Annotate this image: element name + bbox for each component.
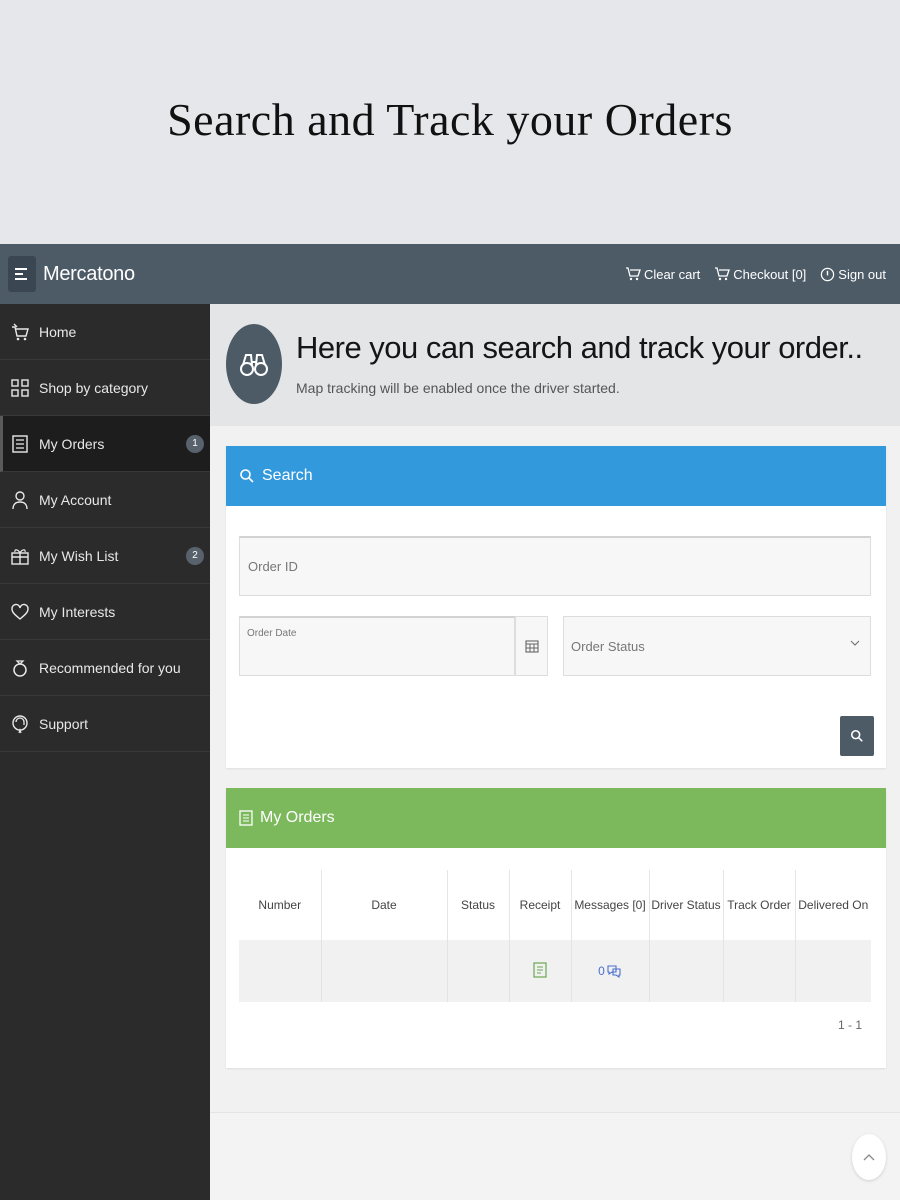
brand-name[interactable]: Mercatono [43,263,135,286]
heart-icon [10,602,30,622]
sidebar-item-label: My Account [39,491,112,508]
order-id-input[interactable]: Order ID [239,536,871,596]
sign-out-label: Sign out [838,266,886,282]
messages-count: 0 [598,964,605,978]
cell-track-order [722,940,795,1002]
menu-button[interactable] [8,256,36,292]
pagination-info: 1 - 1 [837,1018,862,1032]
orders-panel-title: My Orders [260,809,335,826]
power-icon [821,267,835,281]
binoculars-icon [226,324,282,404]
clear-cart-label: Clear cart [643,266,701,282]
order-id-placeholder: Order ID [248,559,298,574]
grid-icon [10,378,30,398]
main-content: Here you can search and track your order… [210,304,900,1200]
sidebar-item-home[interactable]: Home [0,304,210,360]
search-panel-title: Search [262,467,313,484]
cell-delivered-on [794,940,871,1002]
column-header-messages[interactable]: Messages [0] [570,870,649,940]
sidebar-item-label: My Wish List [39,547,119,564]
cell-number [239,940,321,1002]
cell-date [320,940,447,1002]
user-icon [10,490,30,510]
cart-icon [715,267,731,281]
chevron-down-icon [850,640,860,646]
scroll-to-top-button[interactable] [852,1134,886,1180]
promo-banner: Search and Track your Orders [0,0,900,244]
sidebar-item-label: Shop by category [39,379,148,396]
column-header-date[interactable]: Date [320,870,447,940]
search-icon [850,729,863,742]
footer-strip [210,1112,900,1200]
sidebar-item-my-interests[interactable]: My Interests [0,584,210,640]
orders-table: Number Date Status Receipt Messages [0] … [239,870,871,1002]
search-icon [239,468,255,484]
table-header-row: Number Date Status Receipt Messages [0] … [239,870,871,940]
date-picker-button[interactable] [515,616,548,676]
search-panel-header: Search [226,446,886,506]
search-button[interactable] [840,716,874,756]
column-header-number[interactable]: Number [239,870,321,940]
checkout-label: Checkout [0] [733,266,807,282]
sidebar-item-label: Recommended for you [39,659,181,676]
sidebar-item-label: My Orders [39,435,105,452]
cart-icon [625,267,641,281]
cell-receipt [508,940,571,1002]
sidebar-item-my-orders[interactable]: My Orders 1 [0,416,210,472]
orders-panel: My Orders Number Date Status Receipt Mes… [226,788,886,1068]
page-header: Here you can search and track your order… [210,304,900,426]
cell-status [446,940,509,1002]
page-subtitle: Map tracking will be enabled once the dr… [296,380,620,396]
top-bar: Mercatono Clear cart Checkout [0] Sign o… [0,244,900,304]
order-status-select[interactable]: Order Status [563,616,871,676]
chat-icon [607,964,621,978]
sidebar-item-my-wish-list[interactable]: My Wish List 2 [0,528,210,584]
document-icon [10,434,30,454]
support-icon [10,714,30,734]
page-title: Here you can search and track your order… [296,330,863,365]
search-panel: Search Order ID Order Date Order Status [226,446,886,768]
ring-icon [10,658,30,678]
sidebar-item-support[interactable]: Support [0,696,210,752]
gift-icon [10,546,30,566]
column-header-status[interactable]: Status [446,870,509,940]
column-header-driver-status[interactable]: Driver Status [648,870,723,940]
messages-button[interactable]: 0 [598,964,622,979]
receipt-icon[interactable] [533,961,547,978]
order-date-input[interactable]: Order Date [239,616,515,676]
order-status-placeholder: Order Status [571,638,645,654]
cell-messages: 0 [570,940,649,1002]
clear-cart-button[interactable]: Clear cart [625,267,700,282]
column-header-track-order[interactable]: Track Order [722,870,795,940]
table-row: 0 [239,940,871,1002]
basket-icon [10,322,30,342]
sidebar-item-my-account[interactable]: My Account [0,472,210,528]
sidebar-item-shop-by-category[interactable]: Shop by category [0,360,210,416]
orders-count-badge: 1 [186,434,204,453]
chevron-up-icon [863,1154,875,1161]
calendar-icon [524,640,539,653]
sidebar-item-label: Support [39,715,89,732]
checkout-button[interactable]: Checkout [0] [714,267,806,282]
order-date-label: Order Date [247,628,297,639]
column-header-delivered-on[interactable]: Delivered On [794,870,871,940]
column-header-receipt[interactable]: Receipt [508,870,571,940]
sidebar: Home Shop by category My Orders 1 My Acc… [0,304,210,1200]
hamburger-icon [15,268,27,280]
sidebar-item-recommended[interactable]: Recommended for you [0,640,210,696]
sidebar-item-label: Home [39,323,77,340]
wish-list-count-badge: 2 [186,546,204,565]
orders-panel-header: My Orders [226,788,886,848]
sidebar-item-label: My Interests [39,603,116,620]
document-icon [239,810,253,826]
banner-title: Search and Track your Orders [167,93,733,145]
sign-out-button[interactable]: Sign out [820,267,886,282]
cell-driver-status [648,940,723,1002]
